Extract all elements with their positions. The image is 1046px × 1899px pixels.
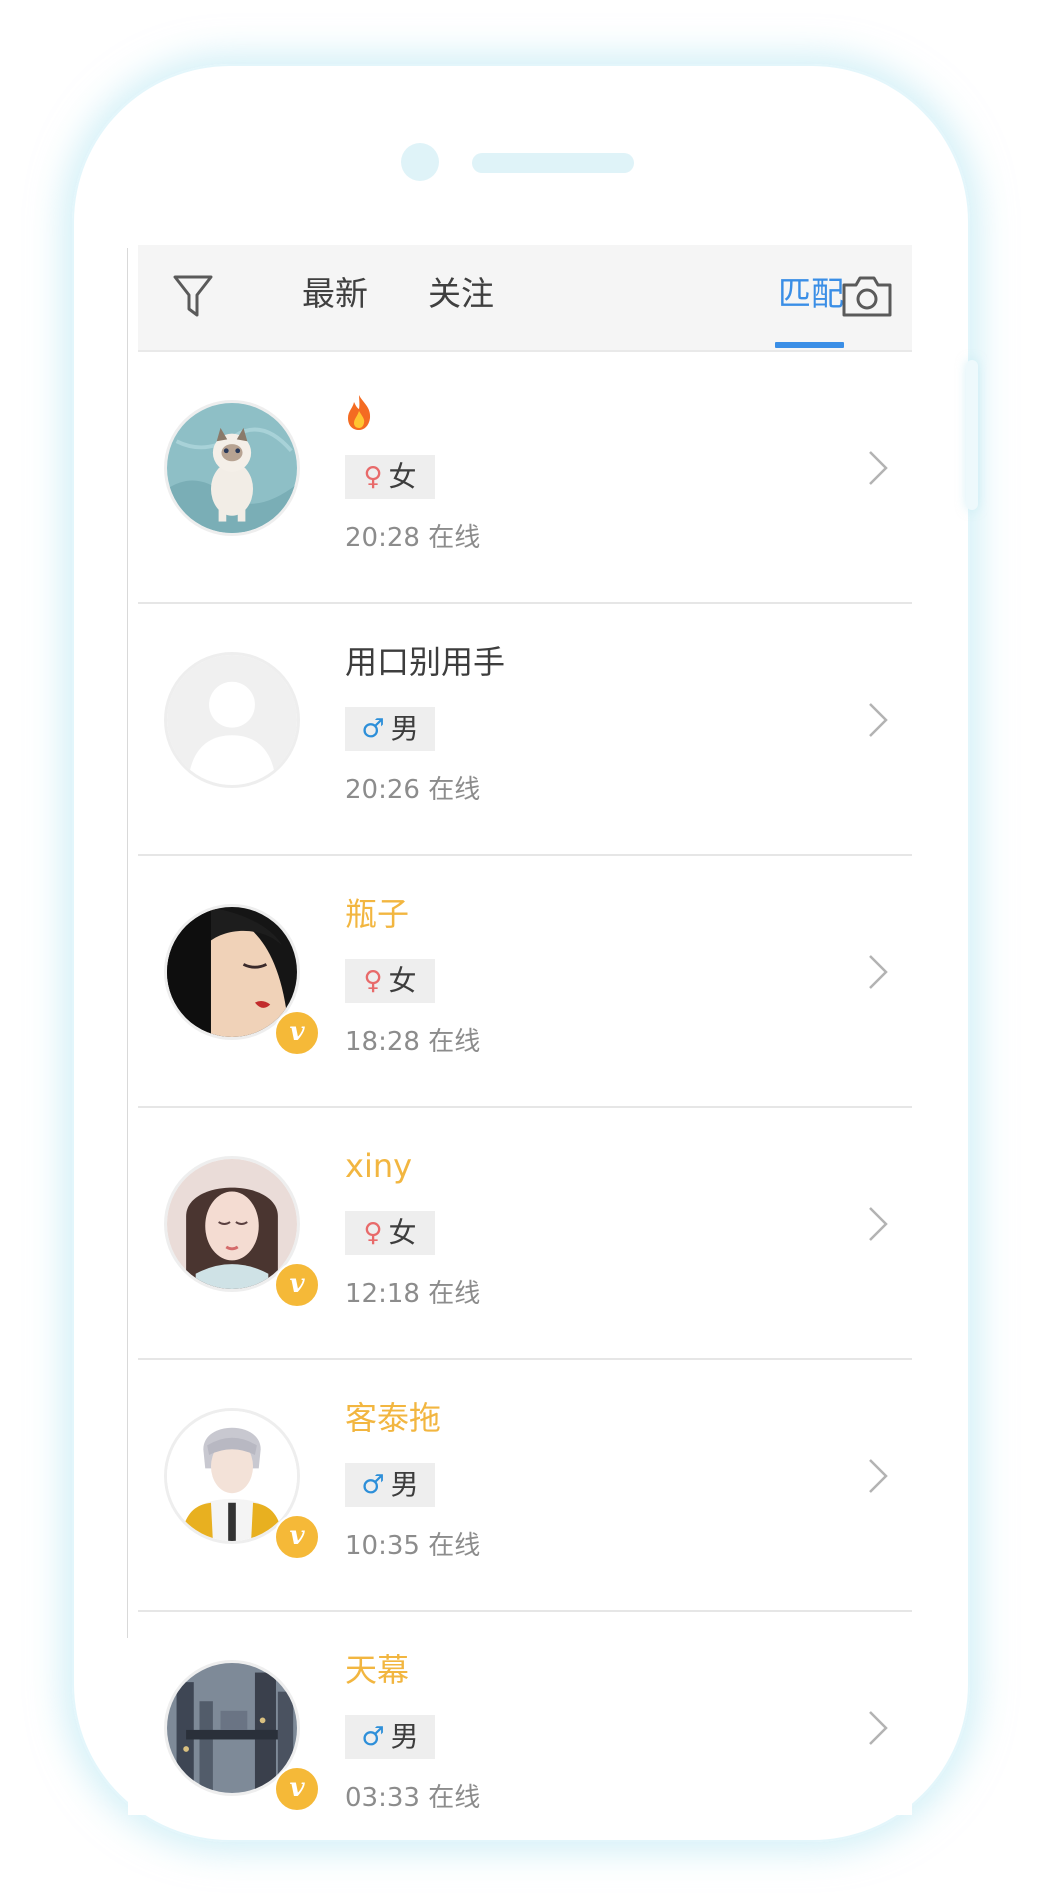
- avatar-image: [167, 1159, 297, 1289]
- tab-following[interactable]: 关注: [428, 271, 494, 317]
- gender-tag: ♀ 女: [345, 959, 435, 1003]
- gender-label: 女: [388, 1216, 417, 1249]
- chevron-right-icon[interactable]: [866, 1708, 890, 1748]
- chevron-right-icon[interactable]: [866, 1204, 890, 1244]
- active-tab-indicator: [775, 342, 844, 348]
- male-icon: ♂: [361, 714, 385, 744]
- list-item[interactable]: 用口别用手 ♂ 男 20:26 在线: [138, 604, 912, 856]
- gender-label: 男: [390, 1468, 419, 1501]
- list-item[interactable]: v xiny ♀ 女 12:18 在线: [138, 1108, 912, 1360]
- online-status: 12:18 在线: [345, 1279, 481, 1309]
- chevron-right-icon[interactable]: [866, 700, 890, 740]
- list-item[interactable]: v 天幕 ♂ 男 03:33 在线: [138, 1612, 912, 1815]
- list-item[interactable]: v 客泰拖 ♂ 男 10:35 在线: [138, 1360, 912, 1612]
- front-camera: [401, 143, 439, 181]
- avatar[interactable]: [164, 400, 300, 536]
- user-name: 瓶子: [345, 895, 410, 933]
- gender-tag: ♂ 男: [345, 1463, 435, 1507]
- avatar-image: [167, 403, 297, 533]
- avatar[interactable]: v: [164, 1408, 320, 1560]
- male-icon: ♂: [361, 1470, 385, 1500]
- user-name: [345, 388, 373, 432]
- female-icon: ♀: [363, 966, 383, 996]
- gender-label: 女: [388, 460, 417, 493]
- chevron-right-icon[interactable]: [866, 448, 890, 488]
- avatar[interactable]: [164, 652, 300, 788]
- online-status: 20:28 在线: [345, 523, 481, 553]
- female-icon: ♀: [363, 462, 383, 492]
- phone-side-button: [966, 360, 978, 510]
- tab-latest[interactable]: 最新: [302, 271, 368, 317]
- avatar[interactable]: v: [164, 1156, 320, 1308]
- user-name: 天幕: [345, 1651, 410, 1689]
- tab-match[interactable]: 匹配: [778, 271, 844, 317]
- online-status: 03:33 在线: [345, 1783, 481, 1813]
- vip-badge-icon: v: [274, 1262, 320, 1308]
- avatar-image: [167, 1663, 297, 1793]
- user-name: 用口别用手: [345, 643, 506, 681]
- gender-tag: ♂ 男: [345, 1715, 435, 1759]
- gender-tag: ♀ 女: [345, 1211, 435, 1255]
- top-tab-bar: 最新 关注 匹配: [138, 245, 912, 352]
- gender-label: 男: [390, 1720, 419, 1753]
- list-item[interactable]: v 瓶子 ♀ 女 18:28 在线: [138, 856, 912, 1108]
- vip-badge-icon: v: [274, 1010, 320, 1056]
- user-name: 客泰拖: [345, 1399, 442, 1437]
- fire-icon: [348, 395, 371, 430]
- online-status: 20:26 在线: [345, 775, 481, 805]
- user-name: xiny: [345, 1147, 413, 1185]
- male-icon: ♂: [361, 1722, 385, 1752]
- app-screen: 最新 关注 匹配 ♀ 女 20:28 在线 用口别用手 ♂ 男 20:26 在线…: [128, 245, 912, 1815]
- filter-icon[interactable]: [172, 273, 214, 319]
- chevron-right-icon[interactable]: [866, 952, 890, 992]
- gender-tag: ♂ 男: [345, 707, 435, 751]
- chevron-right-icon[interactable]: [866, 1456, 890, 1496]
- default-avatar-icon: [167, 655, 297, 785]
- camera-icon[interactable]: [840, 273, 894, 319]
- gender-tag: ♀ 女: [345, 455, 435, 499]
- avatar-image: [167, 907, 297, 1037]
- earpiece-speaker: [472, 153, 634, 173]
- user-list: ♀ 女 20:28 在线 用口别用手 ♂ 男 20:26 在线 v 瓶子 ♀ 女…: [138, 352, 912, 1815]
- gender-label: 女: [388, 964, 417, 997]
- vip-badge-icon: v: [274, 1766, 320, 1812]
- gender-label: 男: [390, 712, 419, 745]
- avatar[interactable]: v: [164, 904, 320, 1056]
- online-status: 10:35 在线: [345, 1531, 481, 1561]
- list-item[interactable]: ♀ 女 20:28 在线: [138, 352, 912, 604]
- female-icon: ♀: [363, 1218, 383, 1248]
- online-status: 18:28 在线: [345, 1027, 481, 1057]
- avatar[interactable]: v: [164, 1660, 320, 1812]
- vip-badge-icon: v: [274, 1514, 320, 1560]
- avatar-image: [167, 1411, 297, 1541]
